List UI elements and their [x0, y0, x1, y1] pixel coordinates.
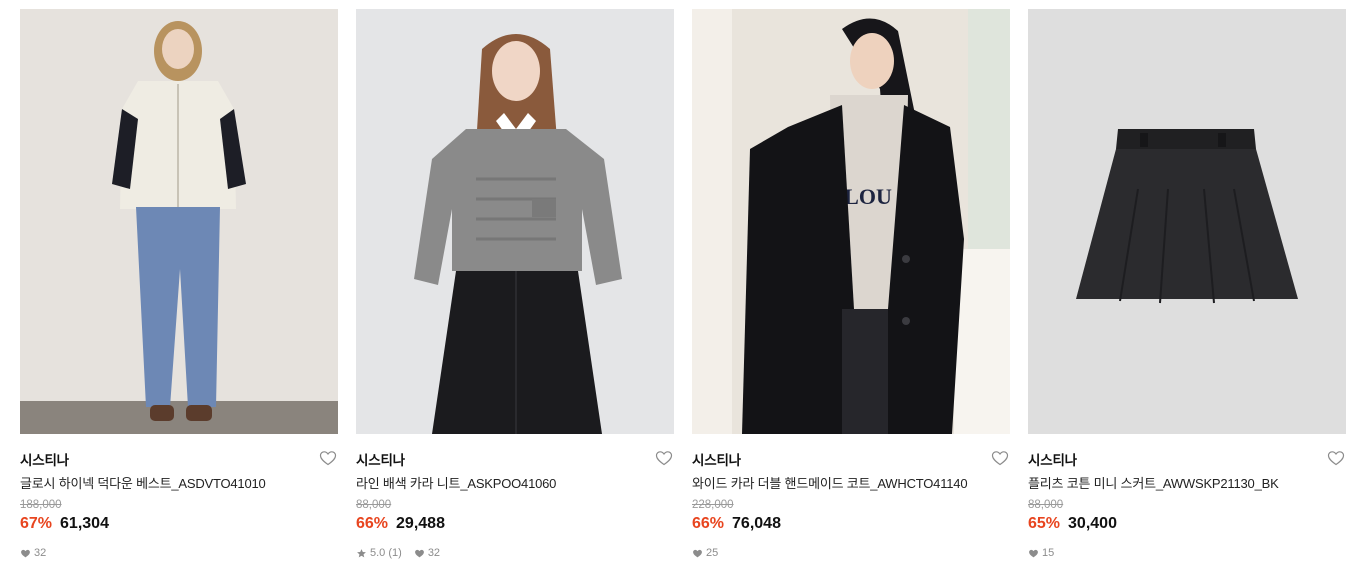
- brand-row: 시스티나: [692, 448, 1010, 468]
- product-card[interactable]: 시스티나 글로시 하이넥 덕다운 베스트_ASDVTO41010 188,000…: [20, 9, 338, 561]
- product-card[interactable]: 시스티나 플리츠 코튼 미니 스커트_AWWSKP21130_BK 88,000…: [1028, 9, 1346, 561]
- original-price: 188,000: [20, 499, 62, 511]
- product-name[interactable]: 플리츠 코튼 미니 스커트_AWWSKP21130_BK: [1028, 473, 1328, 492]
- likes-count: 25: [706, 547, 719, 559]
- heart-filled-icon: [1029, 549, 1038, 557]
- heart-outline-icon[interactable]: [318, 448, 338, 468]
- brand-name[interactable]: 시스티나: [20, 449, 69, 469]
- likes-count: 32: [427, 547, 441, 559]
- sale-price: 30,400: [1068, 515, 1117, 532]
- original-price: 228,000: [692, 499, 734, 511]
- price-row: 65% 30,400: [1028, 515, 1117, 535]
- sale-price: 29,488: [396, 515, 445, 532]
- heart-outline-icon[interactable]: [654, 448, 674, 468]
- review-count: (1): [388, 547, 402, 559]
- likes-group: 15: [1028, 547, 1054, 559]
- svg-text:LOU: LOU: [844, 184, 892, 209]
- brand-name[interactable]: 시스티나: [692, 449, 741, 469]
- product-name[interactable]: 라인 배색 카라 니트_ASKPOO41060: [356, 473, 656, 492]
- product-meta: 5.0 (1) 32: [356, 546, 452, 560]
- brand-row: 시스티나: [1028, 448, 1346, 468]
- discount-rate: 67%: [20, 515, 53, 532]
- brand-name[interactable]: 시스티나: [1028, 449, 1077, 469]
- price-row: 66% 29,488: [356, 515, 445, 535]
- product-name[interactable]: 와이드 카라 더블 핸드메이드 코트_AWHCTO41140: [692, 473, 992, 492]
- discount-rate: 65%: [1028, 515, 1061, 532]
- heart-filled-icon: [693, 549, 702, 557]
- brand-name[interactable]: 시스티나: [356, 449, 405, 469]
- original-price: 88,000: [1028, 499, 1064, 511]
- heart-outline-icon[interactable]: [990, 448, 1010, 468]
- brand-row: 시스티나: [20, 448, 338, 468]
- brand-row: 시스티나: [356, 448, 674, 468]
- product-image[interactable]: [20, 9, 338, 434]
- sale-price: 76,048: [732, 515, 781, 532]
- likes-group: 32: [20, 547, 46, 559]
- likes-group: 32: [414, 547, 440, 559]
- sale-price: 61,304: [60, 515, 109, 532]
- heart-outline-icon[interactable]: [1326, 448, 1346, 468]
- product-name[interactable]: 글로시 하이넥 덕다운 베스트_ASDVTO41010: [20, 473, 320, 492]
- product-meta: 15: [1028, 546, 1066, 560]
- product-image[interactable]: [1028, 9, 1346, 434]
- product-grid: 시스티나 글로시 하이넥 덕다운 베스트_ASDVTO41010 188,000…: [20, 9, 1346, 561]
- product-card[interactable]: 시스티나 라인 배색 카라 니트_ASKPOO41060 88,000 66% 2…: [356, 9, 674, 561]
- likes-count: 32: [34, 547, 47, 559]
- likes-group: 25: [692, 547, 718, 559]
- heart-filled-icon: [414, 549, 424, 557]
- product-meta: 25: [692, 546, 730, 560]
- product-card[interactable]: LOU 시스티나 와이드 카라 더블 핸드메이드 코트_AWHCTO41140 …: [692, 9, 1010, 561]
- price-row: 67% 61,304: [20, 515, 109, 535]
- original-price: 88,000: [356, 499, 392, 511]
- product-image[interactable]: [356, 9, 674, 434]
- discount-rate: 66%: [692, 515, 725, 532]
- price-row: 66% 76,048: [692, 515, 781, 535]
- likes-count: 15: [1042, 547, 1055, 559]
- discount-rate: 66%: [356, 515, 389, 532]
- rating-group: 5.0 (1): [356, 547, 402, 559]
- star-icon: [357, 548, 366, 557]
- product-meta: 32: [20, 546, 58, 560]
- heart-filled-icon: [21, 549, 30, 557]
- product-image[interactable]: LOU: [692, 9, 1010, 434]
- rating-value: 5.0: [370, 547, 386, 559]
